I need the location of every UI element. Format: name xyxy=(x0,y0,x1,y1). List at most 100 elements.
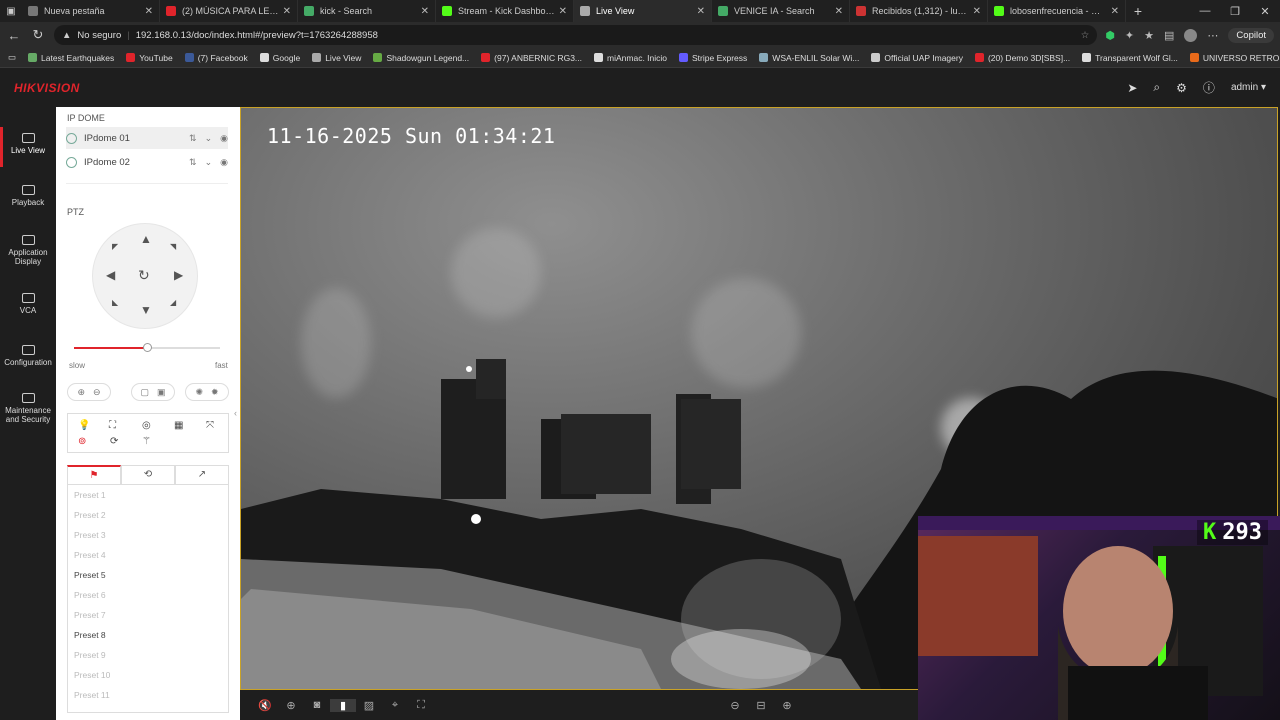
one-touch-focus-icon[interactable]: ◎ xyxy=(142,420,151,431)
close-tab-icon[interactable]: ✕ xyxy=(283,6,291,17)
down-arrow-icon[interactable]: ▼ xyxy=(140,303,152,317)
close-window-icon[interactable]: ✕ xyxy=(1250,5,1280,18)
bookmark-item[interactable]: UNIVERSO RETRO... xyxy=(1189,53,1280,63)
collections-icon[interactable]: ▤ xyxy=(1164,29,1174,42)
info-icon[interactable]: ⓘ xyxy=(1203,79,1215,96)
left-arrow-icon[interactable]: ◀ xyxy=(106,268,115,282)
close-tab-icon[interactable]: ✕ xyxy=(1111,6,1119,17)
audio-icon[interactable]: 🔇 xyxy=(252,699,278,712)
search-icon[interactable]: ⌕ xyxy=(1153,80,1160,95)
url-field[interactable]: ▲ No seguro | 192.168.0.13/doc/index.htm… xyxy=(54,25,1098,45)
layout-icon[interactable]: ⊟ xyxy=(748,699,774,712)
browser-tab[interactable]: kick - Search ✕ xyxy=(298,0,436,22)
digital-zoom-icon[interactable]: ⊕ xyxy=(278,699,304,712)
apps-icon[interactable]: ▭ xyxy=(8,52,16,63)
reload-icon[interactable]: ↻ xyxy=(30,27,46,43)
up-arrow-icon[interactable]: ▲ xyxy=(140,232,152,246)
chevron-down-icon[interactable]: ⌄ xyxy=(205,157,213,168)
send-icon[interactable]: ➤ xyxy=(1127,81,1137,95)
down-right-arrow-icon[interactable]: ◢ xyxy=(170,298,176,307)
close-tab-icon[interactable]: ✕ xyxy=(697,6,705,17)
tab-actions-icon[interactable]: ▣ xyxy=(0,6,22,17)
prev-icon[interactable]: ⊖ xyxy=(722,699,748,712)
bookmark-item[interactable]: (20) Demo 3D[SBS]... xyxy=(974,53,1070,63)
down-left-arrow-icon[interactable]: ◣ xyxy=(112,298,118,307)
new-tab-button[interactable]: + xyxy=(1126,3,1150,19)
preset-item[interactable]: Preset 7 xyxy=(68,605,228,625)
ptz-speed-slider[interactable] xyxy=(74,343,220,352)
bookmark-item[interactable]: miAnmac. Inicio xyxy=(594,53,667,63)
close-tab-icon[interactable]: ✕ xyxy=(145,6,153,17)
browser-tab[interactable]: Live View ✕ xyxy=(574,0,712,22)
nav-item[interactable]: Configuration xyxy=(0,345,56,367)
chevron-down-icon[interactable]: ⌄ xyxy=(205,133,213,144)
browser-tab[interactable]: Recibidos (1,312) - lu1dmx... ✕ xyxy=(850,0,988,22)
ptz-toggle-icon[interactable]: ⇅ xyxy=(189,157,197,168)
nav-item[interactable]: Application Display xyxy=(0,235,56,266)
minimize-icon[interactable]: — xyxy=(1190,5,1220,18)
up-left-arrow-icon[interactable]: ◤ xyxy=(112,242,118,251)
preset-item[interactable]: Preset 3 xyxy=(68,525,228,545)
bookmark-item[interactable]: WSA-ENLIL Solar Wi... xyxy=(759,53,859,63)
record-icon[interactable]: ◉ xyxy=(220,133,228,144)
iris-open-icon[interactable]: ✺ xyxy=(195,387,203,398)
record-icon[interactable]: ◉ xyxy=(220,157,228,168)
browser-tab[interactable]: (2) MÚSICA PARA LEER TER ✕ xyxy=(160,0,298,22)
up-right-arrow-icon[interactable]: ◥ xyxy=(170,242,176,251)
focus-far-icon[interactable]: ▣ xyxy=(157,387,166,398)
bookmark-item[interactable]: Google xyxy=(259,53,300,63)
light-icon[interactable]: 💡 xyxy=(78,420,90,431)
preset-item[interactable]: Preset 6 xyxy=(68,585,228,605)
user-menu[interactable]: admin ▾ xyxy=(1231,82,1266,93)
browser-tab[interactable]: VENICE IA - Search ✕ xyxy=(712,0,850,22)
capture-icon[interactable]: ◙ xyxy=(304,699,330,711)
bookmark-item[interactable]: Live View xyxy=(312,53,361,63)
preset-item[interactable]: Preset 8 xyxy=(68,625,228,645)
preset-item[interactable]: Preset 1 xyxy=(68,485,228,505)
preset-item[interactable]: Preset 4 xyxy=(68,545,228,565)
bookmark-item[interactable]: Stripe Express xyxy=(679,53,747,63)
area-focus-icon[interactable]: ⛶ xyxy=(109,420,116,431)
tab-pattern[interactable]: ↗ xyxy=(175,465,229,484)
bookmark-item[interactable]: (97) ANBERNIC RG3... xyxy=(481,53,582,63)
regional-focus-icon[interactable]: ⌖ xyxy=(382,699,408,712)
bookmark-item[interactable]: (7) Facebook xyxy=(184,53,248,63)
image-icon[interactable]: ▨ xyxy=(356,699,382,712)
auto-rotate-icon[interactable]: ↻ xyxy=(138,267,150,284)
slider-knob[interactable] xyxy=(143,343,152,352)
preset-item[interactable]: Preset 5 xyxy=(68,565,228,585)
bookmark-item[interactable]: YouTube xyxy=(126,53,173,63)
right-arrow-icon[interactable]: ▶ xyxy=(174,268,183,282)
3d-position-icon[interactable]: ⤧ xyxy=(206,420,214,431)
preset-item[interactable]: Preset 2 xyxy=(68,505,228,525)
focus-near-icon[interactable]: ▢ xyxy=(140,387,149,398)
bookmark-item[interactable]: Shadowgun Legend... xyxy=(373,53,469,63)
close-tab-icon[interactable]: ✕ xyxy=(559,6,567,17)
settings-icon[interactable]: ⚙ xyxy=(1176,81,1187,95)
close-tab-icon[interactable]: ✕ xyxy=(973,6,981,17)
profile-avatar[interactable] xyxy=(1184,28,1198,42)
iris-close-icon[interactable]: ✹ xyxy=(211,387,219,398)
back-icon[interactable]: ← xyxy=(6,28,22,43)
manual-track-icon[interactable]: ⟳ xyxy=(110,436,118,447)
star-icon[interactable]: ☆ xyxy=(1081,30,1090,41)
favorites-icon[interactable]: ★ xyxy=(1144,29,1154,42)
bookmark-item[interactable]: Transparent Wolf Gl... xyxy=(1082,53,1178,63)
preset-item[interactable]: Preset 10 xyxy=(68,665,228,685)
more-icon[interactable]: ⋯ xyxy=(1207,29,1218,42)
nav-item[interactable]: VCA xyxy=(0,293,56,315)
browser-tab[interactable]: Stream - Kick Dashboard ✕ xyxy=(436,0,574,22)
close-tab-icon[interactable]: ✕ xyxy=(835,6,843,17)
copilot-button[interactable]: Copilot xyxy=(1228,27,1274,43)
collapse-panel-icon[interactable]: ‹ xyxy=(234,408,237,418)
browser-tab[interactable]: lobosenfrecuencia - Watch ✕ xyxy=(988,0,1126,22)
zoom-in-icon[interactable]: ⊕ xyxy=(77,387,85,398)
grid-icon[interactable]: ▦ xyxy=(174,420,183,431)
zoom-out-icon[interactable]: ⊖ xyxy=(93,387,101,398)
bookmark-item[interactable]: Latest Earthquakes xyxy=(28,53,114,63)
fit-icon[interactable]: ⛶ xyxy=(408,699,434,712)
preset-item[interactable]: Preset 11 xyxy=(68,685,228,705)
tab-patrol[interactable]: ⟲ xyxy=(121,465,175,484)
nav-item[interactable]: Live View xyxy=(0,127,56,167)
bookmark-item[interactable]: Official UAP Imagery xyxy=(871,53,963,63)
